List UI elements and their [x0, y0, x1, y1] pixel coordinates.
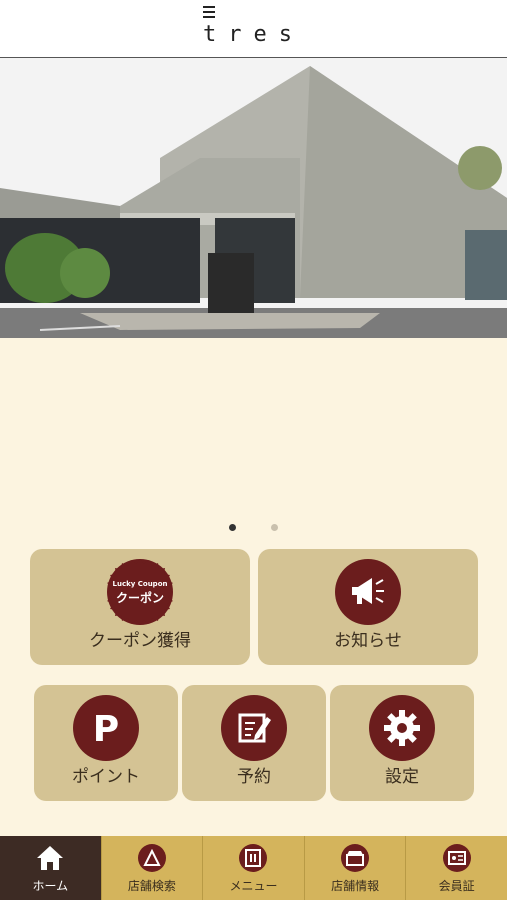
reservation-tile[interactable]: 予約 [182, 685, 326, 801]
reservation-tile-label: 予約 [237, 767, 271, 787]
points-tile[interactable]: P ポイント [34, 685, 178, 801]
news-tile[interactable]: お知らせ [258, 549, 478, 665]
gear-icon [369, 695, 435, 761]
logo-mark-icon [203, 6, 215, 21]
tab-store-search-label: 店舗検索 [127, 879, 176, 893]
member-card-icon [442, 844, 471, 872]
tab-menu[interactable]: メニュー [202, 836, 304, 900]
store-search-icon [137, 844, 166, 872]
hero-store-image[interactable] [0, 58, 507, 338]
coupon-tile[interactable]: Lucky Coupon クーポン クーポン獲得 [30, 549, 250, 665]
carousel-dot[interactable] [271, 524, 279, 531]
carousel-indicator [0, 516, 507, 535]
app-header: tres [0, 0, 507, 58]
menu-icon [239, 844, 268, 872]
megaphone-icon [335, 559, 401, 625]
news-tile-label: お知らせ [334, 631, 402, 651]
tab-store-info-label: 店舗情報 [331, 879, 380, 893]
coupon-tile-label: クーポン獲得 [89, 631, 191, 651]
home-icon [36, 844, 64, 872]
svg-text:P: P [93, 709, 119, 748]
tab-menu-label: メニュー [229, 879, 278, 893]
lucky-coupon-icon: Lucky Coupon クーポン [107, 559, 173, 625]
coupon-badge-top: Lucky Coupon [113, 580, 168, 588]
tab-member-card-label: 会員証 [438, 879, 475, 893]
tab-home[interactable]: ホーム [0, 836, 101, 900]
points-tile-label: ポイント [72, 767, 140, 787]
coupon-badge-main: クーポン [116, 590, 164, 605]
parking-p-icon: P [73, 695, 139, 761]
store-info-icon [341, 844, 370, 872]
tab-member-card[interactable]: 会員証 [405, 836, 507, 900]
bottom-tab-bar: ホーム 店舗検索 メニュー 店舗情報 会員証 [0, 836, 507, 900]
app-logo: tres [203, 22, 304, 47]
tab-store-info[interactable]: 店舗情報 [303, 836, 406, 900]
settings-tile[interactable]: 設定 [330, 685, 474, 801]
edit-note-icon [221, 695, 287, 761]
carousel-dot-active[interactable] [228, 524, 236, 531]
tab-store-search[interactable]: 店舗検索 [100, 836, 203, 900]
tab-home-label: ホーム [32, 879, 69, 893]
settings-tile-label: 設定 [385, 767, 419, 787]
